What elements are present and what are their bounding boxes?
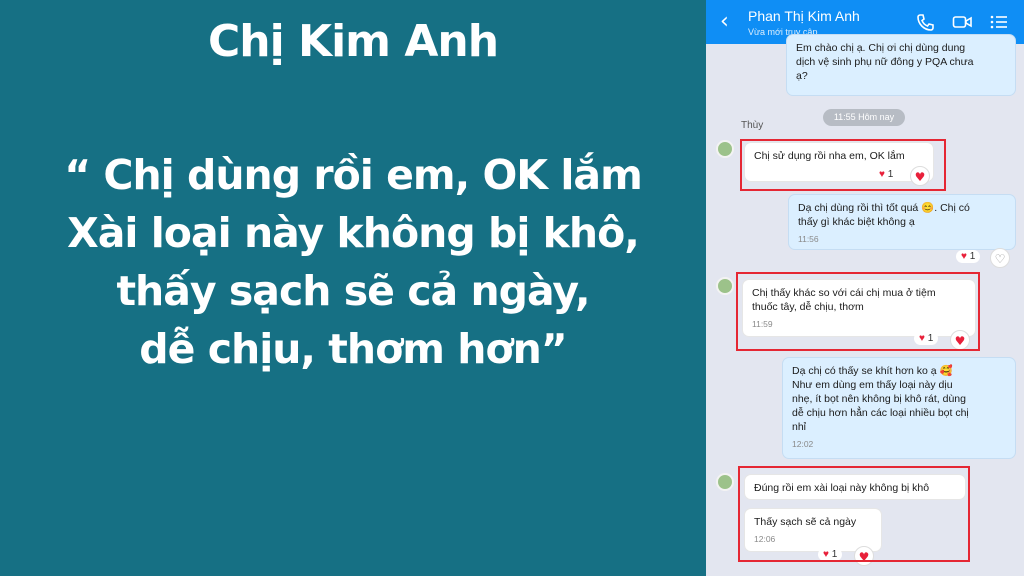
highlight-box <box>736 272 980 351</box>
message-text: dịch vệ sinh phụ nữ đông y PQA chưa <box>796 56 974 68</box>
sender-name: Thùy <box>741 120 764 131</box>
message-outgoing[interactable]: Em chào chị ạ. Chị ơi chị dùng dung dịch… <box>786 34 1016 96</box>
testimonial-quote: “ Chị dùng rồi em, OK lắm Xài loại này k… <box>20 146 686 378</box>
message-time: 12:02 <box>792 439 814 449</box>
time-pill: 11:55 Hôm nay <box>823 109 905 126</box>
reaction-number: 1 <box>969 251 976 262</box>
avatar[interactable] <box>716 473 734 491</box>
message-text: Như em dùng em thấy loại này dịu <box>792 379 953 391</box>
message-time: 11:56 <box>798 234 819 244</box>
reaction-count[interactable]: ♥ 1 <box>956 250 981 263</box>
quote-line-2: Xài loại này không bị khô, <box>67 209 640 257</box>
chat-screenshot: ‹ Phan Thị Kim Anh Vừa mới truy cập Em c… <box>706 0 1024 576</box>
message-outgoing[interactable]: Dạ chị có thấy se khít hơn ko ạ 🥰 Như em… <box>782 357 1016 459</box>
menu-list-icon[interactable] <box>989 13 1009 31</box>
message-text: ạ? <box>796 70 808 82</box>
message-text: Dạ chị dùng rồi thì tốt quá 😊. Chị có <box>798 202 970 214</box>
back-chevron-icon[interactable]: ‹ <box>720 9 729 34</box>
contact-name[interactable]: Phan Thị Kim Anh <box>748 8 860 24</box>
testimonial-panel: Chị Kim Anh “ Chị dùng rồi em, OK lắm Xà… <box>0 0 706 576</box>
heart-icon: ♥ <box>961 251 967 262</box>
customer-name: Chị Kim Anh <box>207 16 499 67</box>
avatar[interactable] <box>716 277 734 295</box>
quote-line-4: dễ chịu, thơm hơn” <box>139 325 567 373</box>
quote-line-1: “ Chị dùng rồi em, OK lắm <box>64 151 643 199</box>
message-text: dễ chịu hơn hẳn các loại nhiều bọt chị <box>792 407 969 419</box>
message-text: Em chào chị ạ. Chị ơi chị dùng dung <box>796 42 966 54</box>
message-text: nhẹ, ít bọt nên không bị khô rát, dùng <box>792 393 966 405</box>
avatar[interactable] <box>716 140 734 158</box>
message-text: nhỉ <box>792 421 807 433</box>
message-outgoing[interactable]: Dạ chị dùng rồi thì tốt quá 😊. Chị có th… <box>788 194 1016 250</box>
message-text: thấy gì khác biệt không ạ <box>798 216 915 228</box>
heart-react-button[interactable]: ♡ <box>990 248 1010 268</box>
highlight-box <box>738 466 970 562</box>
message-text: Dạ chị có thấy se khít hơn ko ạ 🥰 <box>792 365 953 377</box>
phone-icon[interactable] <box>915 13 935 31</box>
highlight-box <box>740 139 946 191</box>
quote-line-3: thấy sạch sẽ cả ngày, <box>116 267 590 315</box>
video-icon[interactable] <box>952 13 972 31</box>
